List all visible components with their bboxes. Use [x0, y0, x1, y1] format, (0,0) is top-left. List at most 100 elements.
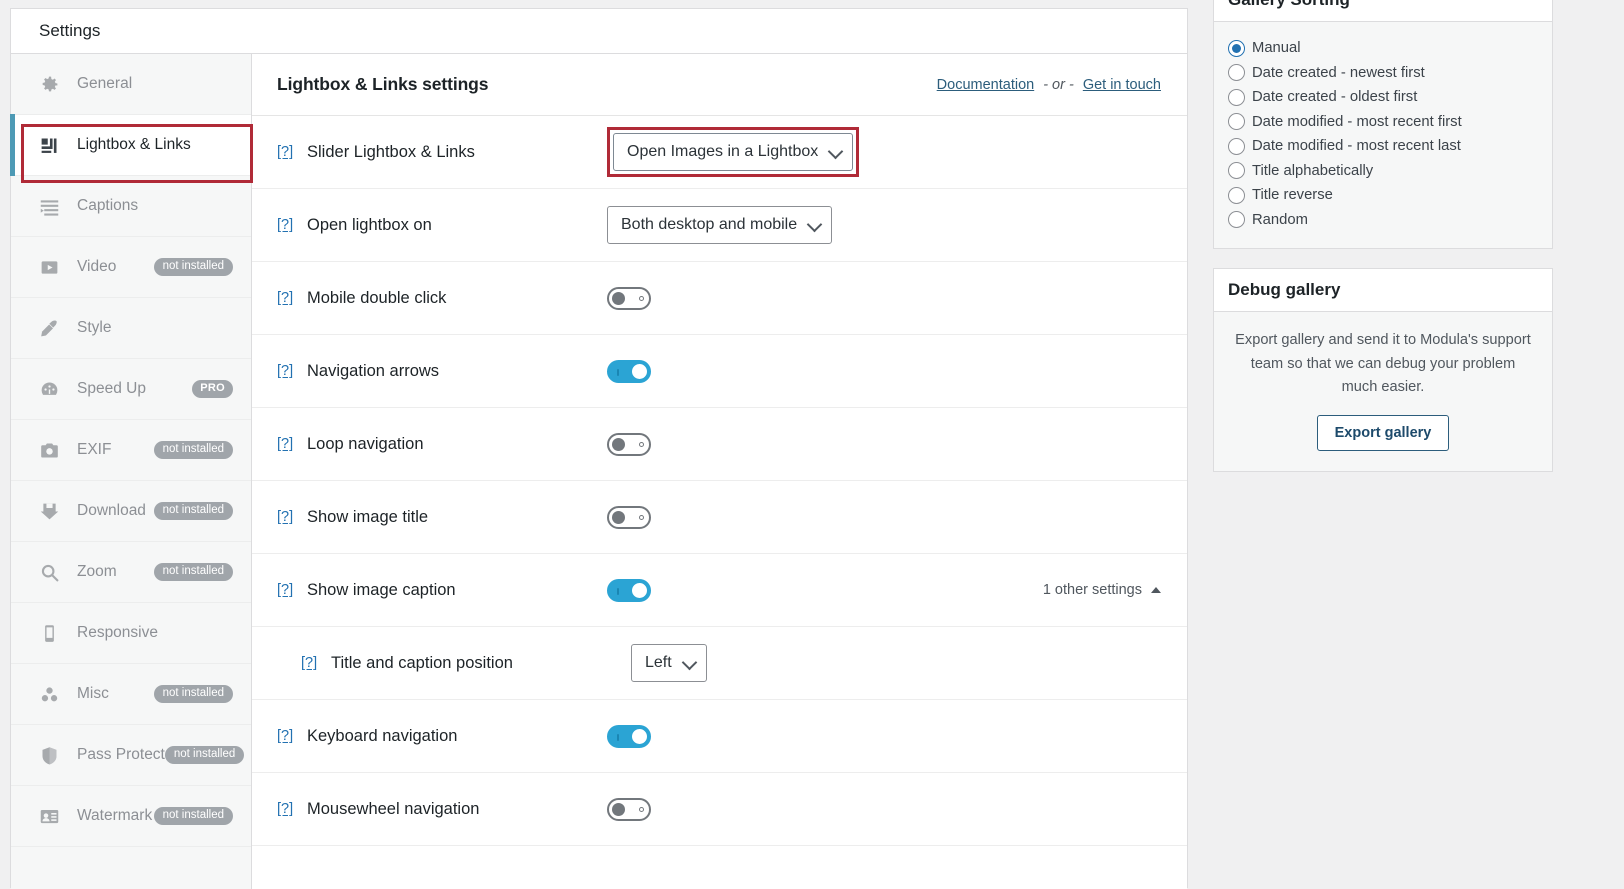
select-value: Open Images in a Lightbox [627, 143, 818, 161]
sidebar-item-download[interactable]: Download not installed [11, 481, 251, 542]
sidebar-item-zoom[interactable]: Zoomnot installed [11, 542, 251, 603]
mobile-icon [38, 622, 61, 645]
debug-gallery-body: Export gallery and send it to Modula's s… [1214, 312, 1552, 471]
sort-option[interactable]: Date created - newest first [1228, 61, 1538, 86]
help-icon[interactable]: [?] [277, 436, 299, 452]
toggle-bar [617, 734, 619, 741]
toggle-show-image-title[interactable] [607, 506, 651, 529]
select-value: Both desktop and mobile [621, 216, 797, 234]
sort-option-label: Random [1252, 212, 1308, 228]
sort-option[interactable]: Manual [1228, 36, 1538, 61]
sidebar-item-video[interactable]: Videonot installed [11, 237, 251, 298]
toggle-mobile-double-click[interactable] [607, 287, 651, 310]
toggle-mousewheel-navigation[interactable] [607, 798, 651, 821]
sort-option-label: Date created - newest first [1252, 65, 1425, 81]
radio-button[interactable] [1228, 162, 1245, 179]
setting-control: Open Images in a Lightbox [607, 127, 859, 177]
setting-label: Title and caption position [331, 654, 631, 673]
sort-option[interactable]: Title alphabetically [1228, 159, 1538, 184]
sidebar-item-captions[interactable]: Captions [11, 176, 251, 237]
not-installed-badge: not installed [154, 685, 233, 704]
help-icon[interactable]: [?] [277, 801, 299, 817]
toggle-dot [639, 807, 644, 812]
toggle-knob [632, 729, 647, 744]
sidebar-item-watermark[interactable]: Watermarknot installed [11, 786, 251, 847]
chevron-down-icon [681, 655, 697, 671]
gallery-sorting-panel: Gallery Sorting Manual Date created - new… [1213, 0, 1553, 249]
sidebar-item-misc[interactable]: Misc not installed [11, 664, 251, 725]
help-icon[interactable]: [?] [277, 509, 299, 525]
setting-label: Loop navigation [307, 435, 607, 454]
sort-option[interactable]: Title reverse [1228, 183, 1538, 208]
gear-icon [38, 73, 61, 96]
sidebar-item-exif[interactable]: EXIFnot installed [11, 420, 251, 481]
select-title-and-caption-position[interactable]: Left [631, 644, 707, 682]
sidebar-item-label: Misc [77, 685, 109, 703]
toggle-navigation-arrows[interactable] [607, 360, 651, 383]
radio-button[interactable] [1228, 187, 1245, 204]
sort-option[interactable]: Date created - oldest first [1228, 85, 1538, 110]
sort-option[interactable]: Random [1228, 208, 1538, 233]
help-icon[interactable]: [?] [301, 655, 323, 671]
setting-control [607, 506, 651, 529]
captions-icon [38, 195, 61, 218]
setting-control [607, 798, 651, 821]
radio-button[interactable] [1228, 64, 1245, 81]
camera-icon [38, 439, 61, 462]
gallery-sorting-title: Gallery Sorting [1214, 0, 1552, 22]
sidebar-item-speed-up[interactable]: Speed UpPRO [11, 359, 251, 420]
radio-button[interactable] [1228, 40, 1245, 57]
sort-option-label: Title reverse [1252, 187, 1333, 203]
radio-button[interactable] [1228, 138, 1245, 155]
settings-panel: Settings GeneralLightbox & LinksCaptions… [10, 8, 1188, 888]
other-settings-toggle[interactable]: 1 other settings [1043, 582, 1161, 598]
toggle-dot [639, 296, 644, 301]
select-value: Left [645, 654, 672, 672]
not-installed-badge: not installed [154, 502, 233, 521]
setting-control [607, 579, 651, 602]
setting-row: [?]Navigation arrows [252, 335, 1187, 408]
radio-button[interactable] [1228, 113, 1245, 130]
sort-option[interactable]: Date modified - most recent last [1228, 134, 1538, 159]
right-column: Gallery Sorting Manual Date created - new… [1213, 0, 1553, 491]
toggle-dot [639, 515, 644, 520]
sidebar-item-lightbox-links[interactable]: Lightbox & Links [11, 115, 251, 176]
help-icon[interactable]: [?] [277, 728, 299, 744]
sidebar-item-label: Pass Protect [77, 746, 165, 764]
help-icon[interactable]: [?] [277, 363, 299, 379]
sidebar-item-label: Download [77, 502, 146, 520]
select-slider-lightbox-links[interactable]: Open Images in a Lightbox [613, 133, 853, 171]
setting-label: Keyboard navigation [307, 727, 607, 746]
radio-button[interactable] [1228, 89, 1245, 106]
sort-option-label: Manual [1252, 40, 1301, 56]
toggle-show-image-caption[interactable] [607, 579, 651, 602]
setting-label: Show image caption [307, 581, 607, 600]
setting-label: Mobile double click [307, 289, 607, 308]
sort-option[interactable]: Date modified - most recent first [1228, 110, 1538, 135]
setting-row: [?] Mobile double click [252, 262, 1187, 335]
help-icon[interactable]: [?] [277, 144, 299, 160]
toggle-keyboard-navigation[interactable] [607, 725, 651, 748]
toggle-bar [617, 588, 619, 595]
export-gallery-button[interactable]: Export gallery [1317, 415, 1450, 451]
sidebar-item-label: Style [77, 319, 111, 337]
not-installed-badge: not installed [154, 441, 233, 460]
sidebar-item-style[interactable]: Style [11, 298, 251, 359]
debug-gallery-panel: Debug gallery Export gallery and send it… [1213, 268, 1553, 472]
setting-row: [?] Show image caption 1 other settings [252, 554, 1187, 627]
pro-badge: PRO [192, 380, 233, 398]
help-icon[interactable]: [?] [277, 217, 299, 233]
setting-row: [?] Keyboard navigation [252, 700, 1187, 773]
radio-button[interactable] [1228, 211, 1245, 228]
setting-control [607, 287, 651, 310]
section-heading: Lightbox & Links settings [277, 74, 488, 95]
documentation-link[interactable]: Documentation [937, 77, 1035, 93]
help-icon[interactable]: [?] [277, 582, 299, 598]
get-in-touch-link[interactable]: Get in touch [1083, 77, 1161, 93]
help-icon[interactable]: [?] [277, 290, 299, 306]
sidebar-item-pass-protect[interactable]: Pass Protectnot installed [11, 725, 251, 786]
toggle-loop-navigation[interactable] [607, 433, 651, 456]
select-open-lightbox-on[interactable]: Both desktop and mobile [607, 206, 832, 244]
sidebar-item-general[interactable]: General [11, 54, 251, 115]
sidebar-item-responsive[interactable]: Responsive [11, 603, 251, 664]
